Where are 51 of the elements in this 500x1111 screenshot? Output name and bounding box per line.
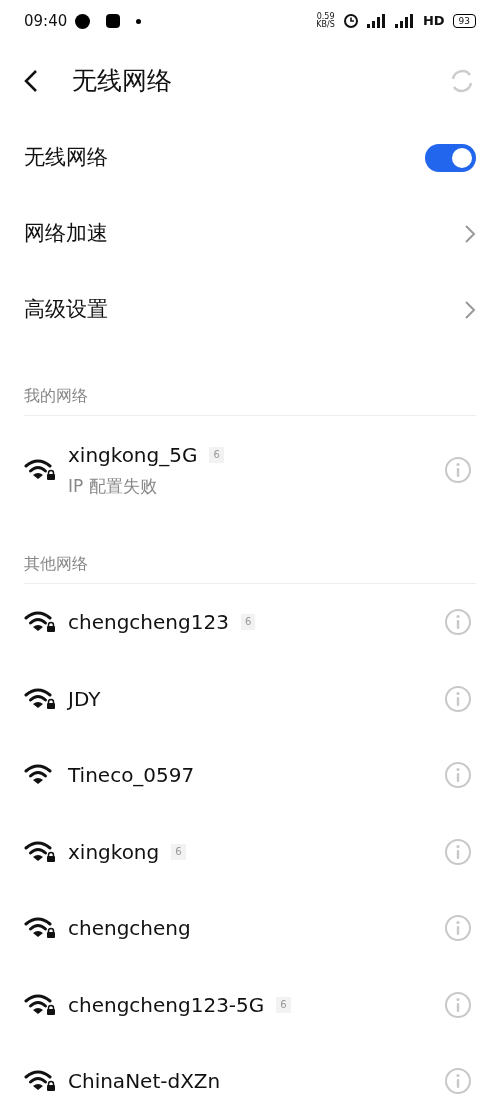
network-name: xingkong_5G xyxy=(68,442,198,470)
wifi-6-badge: 6 xyxy=(171,843,186,860)
chevron-right-icon xyxy=(464,224,476,244)
status-time: 09:40 xyxy=(24,10,68,32)
battery-indicator: 93 xyxy=(452,14,476,28)
info-icon[interactable] xyxy=(444,837,472,866)
network-row[interactable]: chengcheng123-5G 6 xyxy=(0,966,500,1043)
network-status: IP 配置失败 xyxy=(68,475,158,499)
network-name: chengcheng123-5G xyxy=(68,991,265,1019)
info-icon[interactable] xyxy=(444,914,472,943)
wifi-6-badge: 6 xyxy=(276,996,291,1013)
network-name: JDY xyxy=(68,685,101,713)
page-title: 无线网络 xyxy=(72,65,172,98)
network-row[interactable]: ChinaNet-dXZn xyxy=(0,1043,500,1111)
settings-row[interactable]: 无线网络 xyxy=(0,120,500,196)
settings-row[interactable]: 网络加速 xyxy=(0,196,500,272)
network-row[interactable]: chengcheng xyxy=(0,890,500,967)
info-icon[interactable] xyxy=(444,761,472,790)
info-icon[interactable] xyxy=(444,456,472,484)
network-row[interactable]: JDY xyxy=(0,660,500,737)
signal-icon xyxy=(366,14,387,28)
network-name: chengcheng xyxy=(68,915,191,943)
setting-label: 无线网络 xyxy=(24,144,108,172)
network-name: chengcheng123 xyxy=(68,609,229,637)
alarm-icon xyxy=(342,13,359,29)
hd-indicator: HD xyxy=(422,12,445,31)
info-icon[interactable] xyxy=(444,990,472,1019)
network-name: Tineco_0597 xyxy=(68,762,195,790)
more-notifications-icon xyxy=(136,18,142,24)
info-icon[interactable] xyxy=(444,608,472,637)
network-row[interactable]: chengcheng123 6 xyxy=(0,584,500,661)
network-name: ChinaNet-dXZn xyxy=(68,1068,221,1096)
network-speed: 0.59 xyxy=(316,13,335,21)
signal-icon xyxy=(394,14,415,28)
network-speed-unit: KB/S xyxy=(316,21,335,29)
setting-label: 网络加速 xyxy=(24,220,108,248)
settings-row[interactable]: 高级设置 xyxy=(0,272,500,348)
wifi-6-badge: 6 xyxy=(240,614,256,631)
chevron-right-icon xyxy=(464,300,476,320)
network-name: xingkong xyxy=(68,838,160,866)
info-icon[interactable] xyxy=(444,684,472,713)
chevron-left-icon xyxy=(24,69,38,93)
network-row[interactable]: xingkong 6 xyxy=(0,813,500,890)
network-row[interactable]: xingkong_5G 6 IP 配置失败 xyxy=(0,416,500,524)
info-icon[interactable] xyxy=(444,1067,472,1096)
network-row[interactable]: Tineco_0597 xyxy=(0,737,500,814)
section-header: 其他网络 xyxy=(24,552,88,575)
setting-label: 高级设置 xyxy=(24,296,108,324)
wifi-6-badge: 6 xyxy=(209,447,224,464)
wifi-toggle[interactable] xyxy=(425,144,476,172)
section-header: 我的网络 xyxy=(24,384,88,407)
